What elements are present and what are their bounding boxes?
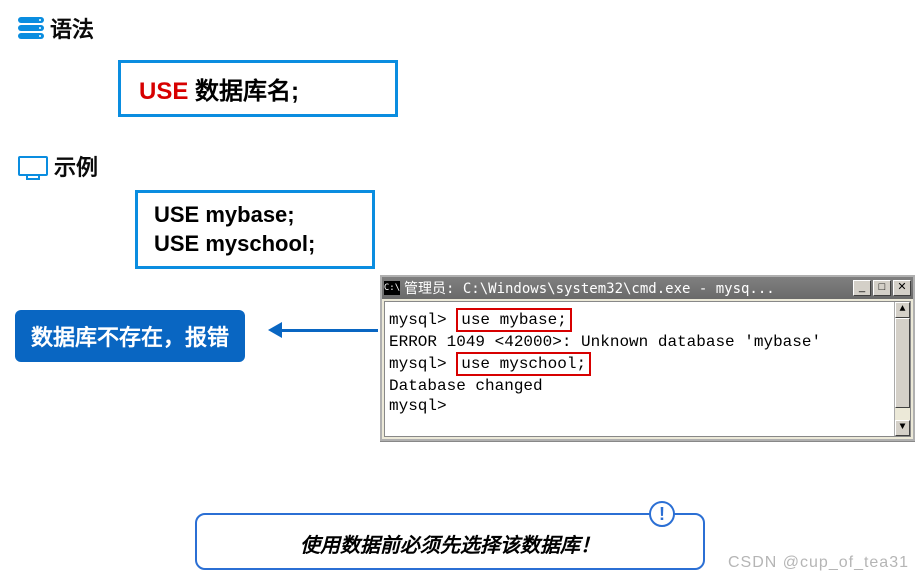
cmd-titlebar: C:\ 管理员: C:\Windows\system32\cmd.exe - m…: [382, 277, 913, 299]
cmd-title-text: 管理员: C:\Windows\system32\cmd.exe - mysq.…: [404, 278, 853, 298]
cmd-prompt: mysql>: [389, 355, 447, 373]
highlight-use-mybase: use mybase;: [456, 308, 572, 332]
cmd-title-icon: C:\: [384, 281, 400, 295]
cmd-line-5: mysql>: [389, 396, 906, 416]
cmd-line-1: mysql> use mybase;: [389, 308, 906, 332]
cmd-window-controls: _ □ ✕: [853, 280, 911, 296]
syntax-rest: 数据库名;: [188, 78, 299, 105]
watermark: CSDN @cup_of_tea31: [728, 554, 909, 572]
cmd-line-2: ERROR 1049 <42000>: Unknown database 'my…: [389, 332, 906, 352]
info-badge-icon: !: [649, 501, 675, 527]
example-line-1: USE mybase;: [154, 201, 356, 230]
example-label: 示例: [54, 150, 98, 182]
highlight-use-myschool: use myschool;: [456, 352, 591, 376]
cmd-body: mysql> use mybase; ERROR 1049 <42000>: U…: [384, 301, 911, 437]
bottom-note: ! 使用数据前必须先选择该数据库！: [195, 513, 705, 570]
scroll-up-icon[interactable]: ▲: [895, 302, 910, 318]
cmd-window: C:\ 管理员: C:\Windows\system32\cmd.exe - m…: [380, 275, 915, 441]
error-callout: 数据库不存在，报错: [15, 310, 245, 362]
syntax-box: USE 数据库名;: [118, 60, 398, 117]
bottom-note-text: 使用数据前必须先选择该数据库！: [300, 535, 600, 557]
example-line-2: USE myschool;: [154, 230, 356, 259]
monitor-icon: [18, 156, 48, 176]
scroll-down-icon[interactable]: ▼: [895, 420, 910, 436]
close-button[interactable]: ✕: [893, 280, 911, 296]
syntax-section-header: 语法: [18, 12, 94, 44]
keyword-use: USE: [139, 78, 188, 105]
maximize-button[interactable]: □: [873, 280, 891, 296]
error-callout-text: 数据库不存在，报错: [31, 325, 229, 350]
example-box: USE mybase; USE myschool;: [135, 190, 375, 269]
minimize-button[interactable]: _: [853, 280, 871, 296]
scroll-thumb[interactable]: [895, 318, 910, 408]
cmd-line-4: Database changed: [389, 376, 906, 396]
cmd-line-3: mysql> use myschool;: [389, 352, 906, 376]
cmd-prompt: mysql>: [389, 311, 447, 329]
server-icon: [18, 17, 44, 39]
arrow-icon: [268, 320, 378, 340]
example-section-header: 示例: [18, 150, 98, 182]
cmd-scrollbar[interactable]: ▲ ▼: [894, 302, 910, 436]
syntax-label: 语法: [50, 12, 94, 44]
